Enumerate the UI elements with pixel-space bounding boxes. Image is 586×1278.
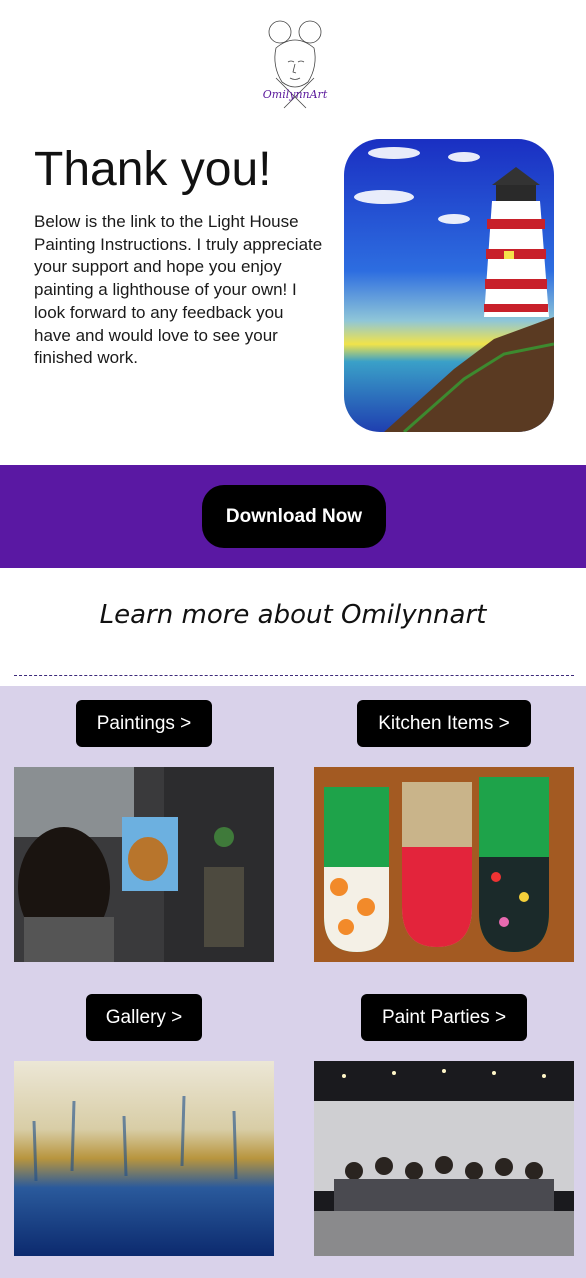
download-button[interactable]: Download Now <box>202 485 386 548</box>
lighthouse-painting-image <box>344 139 554 432</box>
category-grid: Paintings > Kitchen Items > Gallery > Pa… <box>0 686 586 1278</box>
kitchen-items-button[interactable]: Kitchen Items > <box>357 700 531 747</box>
paintings-button[interactable]: Paintings > <box>76 700 212 747</box>
abstract-painting-photo[interactable] <box>14 1061 274 1256</box>
intro-text: Below is the link to the Light House Pai… <box>34 212 323 368</box>
divider <box>14 675 574 676</box>
logo[interactable]: OmilynnArt <box>258 18 332 110</box>
artist-painting-photo[interactable] <box>14 767 274 962</box>
logo-text: OmilynnArt <box>262 88 328 101</box>
learn-more-heading: Learn more about Omilynnart <box>99 600 487 630</box>
gallery-button[interactable]: Gallery > <box>86 994 202 1041</box>
oven-mitts-photo[interactable] <box>314 767 574 962</box>
page-title: Thank you! <box>34 143 272 196</box>
paint-party-group-photo[interactable] <box>314 1061 574 1256</box>
paint-parties-button[interactable]: Paint Parties > <box>361 994 527 1041</box>
